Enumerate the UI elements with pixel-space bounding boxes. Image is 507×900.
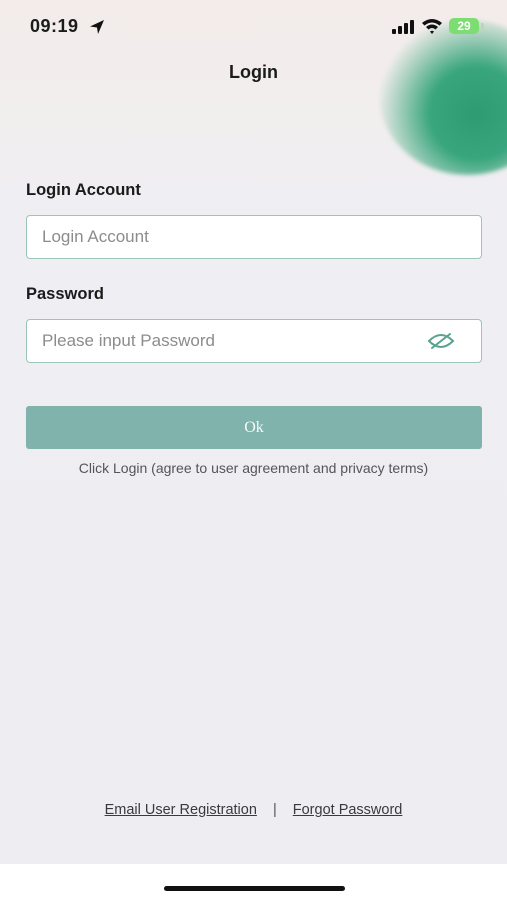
login-screen: 09:19 29 Login Login Account Password	[0, 0, 507, 864]
home-indicator-area	[0, 864, 507, 900]
status-time: 09:19	[30, 16, 79, 36]
home-indicator[interactable]	[164, 886, 345, 891]
wifi-icon	[422, 19, 442, 34]
cellular-signal-icon	[392, 20, 414, 34]
battery-icon: 29	[449, 18, 485, 36]
account-label: Login Account	[26, 181, 141, 199]
status-bar: 09:19 29	[0, 0, 507, 54]
battery-tip	[481, 23, 484, 29]
terms-notice: Click Login (agree to user agreement and…	[78, 460, 429, 476]
password-input[interactable]	[42, 320, 422, 361]
forgot-password-link[interactable]: Forgot Password	[293, 802, 403, 818]
page-title: Login	[229, 62, 278, 82]
battery-level: 29	[449, 18, 479, 34]
location-arrow-icon	[90, 20, 104, 34]
password-field[interactable]	[26, 319, 482, 363]
eye-hidden-icon[interactable]	[427, 331, 455, 351]
account-input[interactable]	[42, 216, 422, 257]
ok-button[interactable]: Ok	[26, 406, 482, 449]
footer-separator: |	[272, 802, 277, 818]
footer-links: Email User Registration | Forgot Passwor…	[0, 802, 507, 818]
email-registration-link[interactable]: Email User Registration	[105, 802, 257, 818]
password-label: Password	[26, 285, 104, 303]
account-field[interactable]	[26, 215, 482, 259]
